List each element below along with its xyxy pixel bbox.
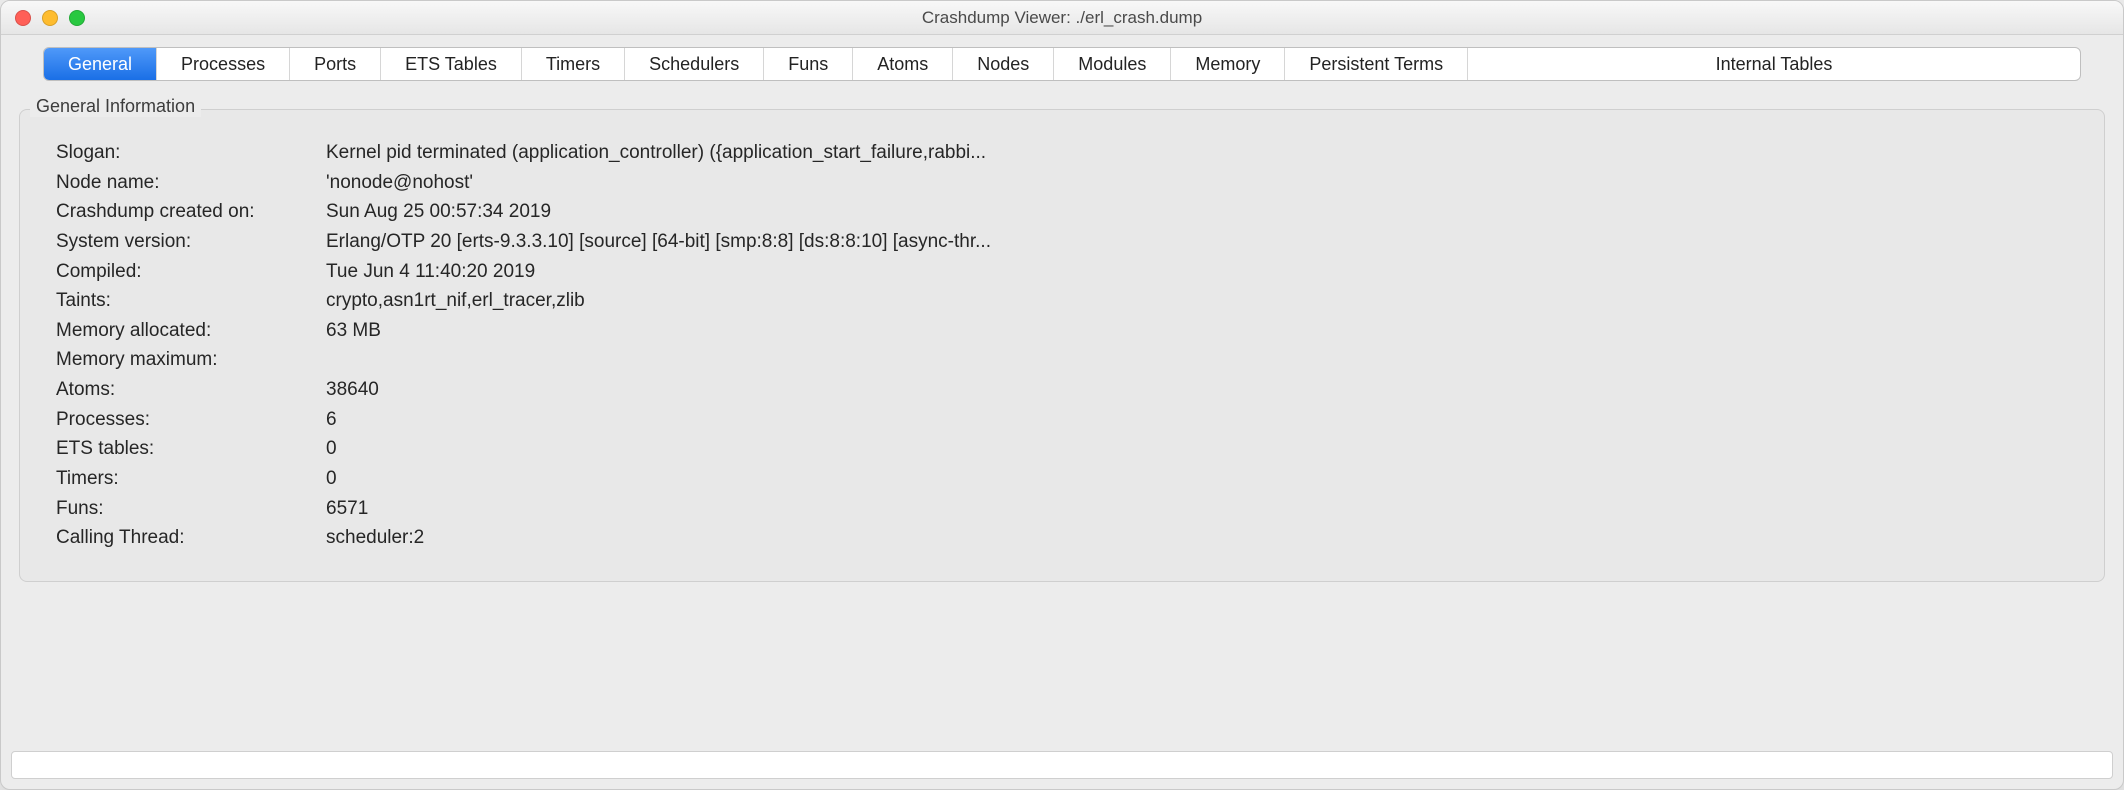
- value-crashdump-created-on: Sun Aug 25 00:57:34 2019: [326, 199, 2068, 225]
- tab-funs[interactable]: Funs: [764, 48, 853, 80]
- zoom-window-button[interactable]: [69, 10, 85, 26]
- tab-label: Atoms: [877, 54, 928, 75]
- tab-label: Timers: [546, 54, 600, 75]
- tab-label: Funs: [788, 54, 828, 75]
- tabbar: General Processes Ports ETS Tables Timer…: [43, 47, 2081, 81]
- group-title: General Information: [30, 96, 201, 117]
- value-funs: 6571: [326, 496, 2068, 522]
- label-compiled: Compiled:: [56, 259, 316, 285]
- value-ets-tables: 0: [326, 436, 2068, 462]
- window-title: Crashdump Viewer: ./erl_crash.dump: [1, 8, 2123, 28]
- info-table: Slogan: Kernel pid terminated (applicati…: [56, 140, 2068, 551]
- value-node-name: 'nonode@nohost': [326, 170, 2068, 196]
- label-memory-maximum: Memory maximum:: [56, 347, 316, 373]
- tab-label: ETS Tables: [405, 54, 497, 75]
- window: Crashdump Viewer: ./erl_crash.dump Gener…: [0, 0, 2124, 790]
- tab-label: Ports: [314, 54, 356, 75]
- tab-label: Schedulers: [649, 54, 739, 75]
- value-calling-thread: scheduler:2: [326, 525, 2068, 551]
- label-funs: Funs:: [56, 496, 316, 522]
- label-processes: Processes:: [56, 407, 316, 433]
- value-taints: crypto,asn1rt_nif,erl_tracer,zlib: [326, 288, 2068, 314]
- titlebar: Crashdump Viewer: ./erl_crash.dump: [1, 1, 2123, 35]
- tab-processes[interactable]: Processes: [157, 48, 290, 80]
- close-window-button[interactable]: [15, 10, 31, 26]
- value-timers: 0: [326, 466, 2068, 492]
- value-memory-maximum: [326, 347, 2068, 373]
- tab-label: Nodes: [977, 54, 1029, 75]
- label-taints: Taints:: [56, 288, 316, 314]
- tab-label: Internal Tables: [1716, 54, 1833, 75]
- tab-modules[interactable]: Modules: [1054, 48, 1171, 80]
- tab-label: Modules: [1078, 54, 1146, 75]
- tab-schedulers[interactable]: Schedulers: [625, 48, 764, 80]
- label-node-name: Node name:: [56, 170, 316, 196]
- value-slogan: Kernel pid terminated (application_contr…: [326, 140, 2068, 166]
- tab-persistent-terms[interactable]: Persistent Terms: [1285, 48, 1468, 80]
- tab-ets-tables[interactable]: ETS Tables: [381, 48, 522, 80]
- label-calling-thread: Calling Thread:: [56, 525, 316, 551]
- tab-timers[interactable]: Timers: [522, 48, 625, 80]
- label-ets-tables: ETS tables:: [56, 436, 316, 462]
- label-slogan: Slogan:: [56, 140, 316, 166]
- value-system-version: Erlang/OTP 20 [erts-9.3.3.10] [source] […: [326, 229, 2068, 255]
- label-timers: Timers:: [56, 466, 316, 492]
- status-bar: [11, 751, 2113, 779]
- tab-label: Processes: [181, 54, 265, 75]
- value-atoms: 38640: [326, 377, 2068, 403]
- value-memory-allocated: 63 MB: [326, 318, 2068, 344]
- value-compiled: Tue Jun 4 11:40:20 2019: [326, 259, 2068, 285]
- general-information-group: General Information Slogan: Kernel pid t…: [19, 109, 2105, 582]
- tab-general[interactable]: General: [44, 48, 157, 80]
- tab-label: Memory: [1195, 54, 1260, 75]
- tab-ports[interactable]: Ports: [290, 48, 381, 80]
- label-atoms: Atoms:: [56, 377, 316, 403]
- value-processes: 6: [326, 407, 2068, 433]
- tab-label: General: [68, 54, 132, 75]
- traffic-lights: [15, 10, 85, 26]
- label-crashdump-created-on: Crashdump created on:: [56, 199, 316, 225]
- tab-nodes[interactable]: Nodes: [953, 48, 1054, 80]
- tab-atoms[interactable]: Atoms: [853, 48, 953, 80]
- label-memory-allocated: Memory allocated:: [56, 318, 316, 344]
- tab-internal-tables[interactable]: Internal Tables: [1468, 48, 2080, 80]
- tab-memory[interactable]: Memory: [1171, 48, 1285, 80]
- tab-label: Persistent Terms: [1309, 54, 1443, 75]
- minimize-window-button[interactable]: [42, 10, 58, 26]
- label-system-version: System version:: [56, 229, 316, 255]
